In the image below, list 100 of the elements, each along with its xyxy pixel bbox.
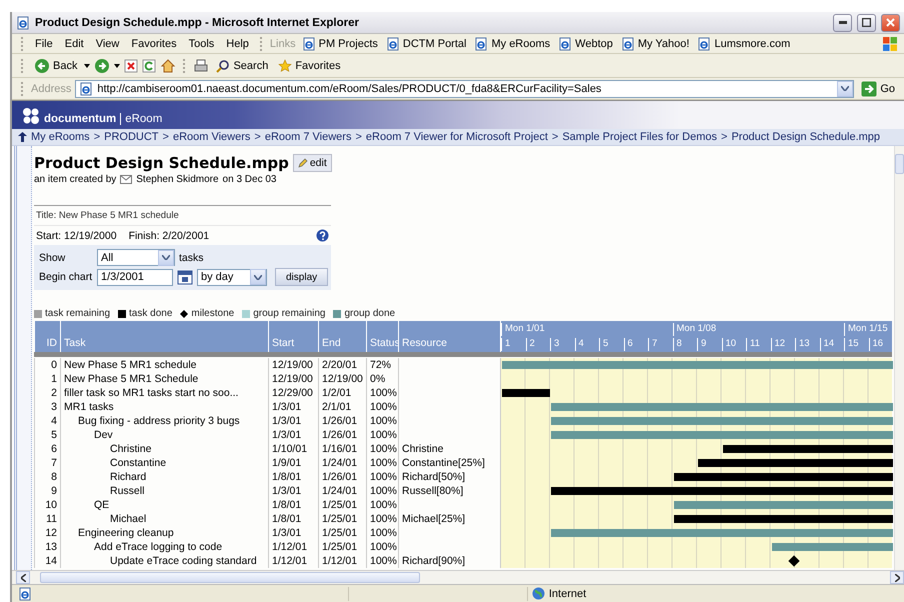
table-cell: 100%: [366, 554, 398, 568]
tasks-label: tasks: [179, 252, 204, 264]
page-icon: [302, 36, 316, 50]
menu-item[interactable]: Favorites: [127, 38, 181, 50]
project-start: Start: 12/19/2000: [36, 230, 117, 242]
page-icon: [474, 36, 488, 50]
day-label: 7: [648, 338, 658, 351]
maximize-button[interactable]: [857, 14, 876, 32]
begin-date-field[interactable]: 1/3/2001: [97, 268, 173, 286]
home-icon[interactable]: [160, 58, 176, 74]
breadcrumb-separator: >: [355, 131, 362, 143]
breadcrumb-link[interactable]: Product Design Schedule.mpp: [731, 131, 880, 143]
favorites-button[interactable]: Favorites: [275, 58, 344, 72]
column-header: ID: [34, 321, 60, 352]
day-label: 2: [526, 338, 535, 351]
table-cell: 100%: [366, 386, 398, 400]
table-cell: 100%: [366, 526, 398, 540]
menu-item[interactable]: Tools: [184, 38, 218, 50]
page-icon: [558, 36, 572, 50]
address-label: Address: [31, 82, 72, 94]
breadcrumb-separator: >: [162, 131, 169, 143]
created-date: on 3 Dec 03: [222, 174, 276, 185]
page-icon: [18, 586, 32, 600]
breadcrumb-separator: >: [721, 131, 728, 143]
day-label: 8: [672, 338, 682, 351]
page-icon: [697, 36, 712, 50]
display-button[interactable]: display: [275, 268, 328, 286]
caret-icon: [162, 255, 170, 260]
link-button[interactable]: Webtop: [556, 36, 615, 50]
table-cell: 10: [34, 498, 60, 512]
week-label: Mon 1/08: [672, 323, 716, 336]
legend-item: task remaining: [34, 308, 110, 319]
menu-item[interactable]: Edit: [60, 38, 88, 50]
globe-icon: [532, 587, 545, 600]
go-button[interactable]: Go: [858, 80, 898, 96]
day-label: 14: [820, 338, 834, 351]
scroll-right-button[interactable]: [890, 571, 904, 584]
breadcrumb-link[interactable]: My eRooms: [31, 131, 90, 143]
caret-icon: [84, 64, 90, 68]
breadcrumb-link[interactable]: PRODUCT: [104, 131, 159, 143]
breadcrumb-link[interactable]: Sample Project Files for Demos: [562, 131, 717, 143]
legend-item: task done: [118, 308, 172, 319]
day-label: 6: [624, 338, 633, 351]
refresh-icon[interactable]: [142, 58, 156, 72]
security-zone: Internet: [548, 588, 586, 600]
address-field[interactable]: http://cambiseroom01.naeast.documentum.com/eRoom/Sales/PRODUCT/0_fda8&ERCurFacility=Sales: [75, 80, 854, 98]
envelope-icon: [120, 175, 132, 184]
show-label: Show: [39, 252, 66, 264]
star-icon: [278, 58, 292, 72]
close-button[interactable]: [881, 14, 900, 32]
caret-icon: [254, 274, 262, 280]
print-icon[interactable]: [193, 58, 210, 74]
back-button[interactable]: Back: [31, 58, 80, 74]
link-button[interactable]: My eRooms: [472, 36, 552, 50]
calendar-icon[interactable]: [177, 269, 193, 285]
day-label: 16: [868, 338, 884, 351]
search-icon: [216, 58, 230, 72]
link-button[interactable]: PM Projects: [300, 36, 380, 50]
menu-item[interactable]: File: [31, 38, 57, 50]
created-by-text: an item created by: [34, 174, 116, 185]
day-label: 11: [746, 338, 760, 351]
table-cell: 100%: [366, 442, 398, 456]
breadcrumb-separator: >: [254, 131, 261, 143]
link-button[interactable]: DCTM Portal: [384, 36, 468, 50]
link-button[interactable]: My Yahoo!: [618, 36, 692, 50]
column-header: End: [318, 321, 366, 352]
breadcrumb-link[interactable]: eRoom 7 Viewers: [264, 131, 352, 143]
breadcrumb-separator: >: [94, 131, 100, 143]
table-cell: 100%: [366, 512, 398, 526]
table-cell: 14: [34, 554, 60, 568]
caret-icon: [841, 86, 850, 91]
table-cell: 100%: [366, 484, 398, 498]
table-cell: 0: [34, 358, 60, 372]
legend-item: group done: [333, 308, 396, 319]
up-arrow-icon[interactable]: [18, 132, 27, 142]
day-label: 15: [844, 338, 859, 351]
pencil-icon: [298, 158, 308, 168]
stop-icon[interactable]: [124, 58, 138, 72]
page-icon: [79, 82, 94, 96]
edit-button[interactable]: edit: [292, 154, 332, 172]
link-button[interactable]: Lumsmore.com: [695, 36, 792, 50]
caret-icon: [114, 64, 120, 68]
table-cell: 4: [34, 414, 60, 428]
page-icon: [620, 36, 635, 50]
author-name[interactable]: Stephen Skidmore: [136, 174, 219, 185]
menu-item[interactable]: View: [92, 38, 124, 50]
project-title: Title: New Phase 5 MR1 schedule: [34, 206, 331, 226]
menu-item[interactable]: Help: [222, 38, 253, 50]
close-icon: [886, 18, 895, 27]
show-select[interactable]: All: [97, 249, 175, 266]
breadcrumb-link[interactable]: eRoom Viewers: [172, 131, 250, 143]
scroll-left-button[interactable]: [16, 571, 30, 584]
day-label: 3: [550, 338, 560, 351]
day-label: 12: [770, 338, 786, 351]
minimize-button[interactable]: [833, 14, 852, 32]
search-button[interactable]: Search: [213, 58, 272, 72]
scale-select[interactable]: by day: [197, 268, 267, 286]
breadcrumb-link[interactable]: eRoom 7 Viewer for Microsoft Project: [366, 131, 548, 143]
help-icon[interactable]: [316, 229, 329, 242]
dropdown-button[interactable]: [837, 80, 854, 96]
